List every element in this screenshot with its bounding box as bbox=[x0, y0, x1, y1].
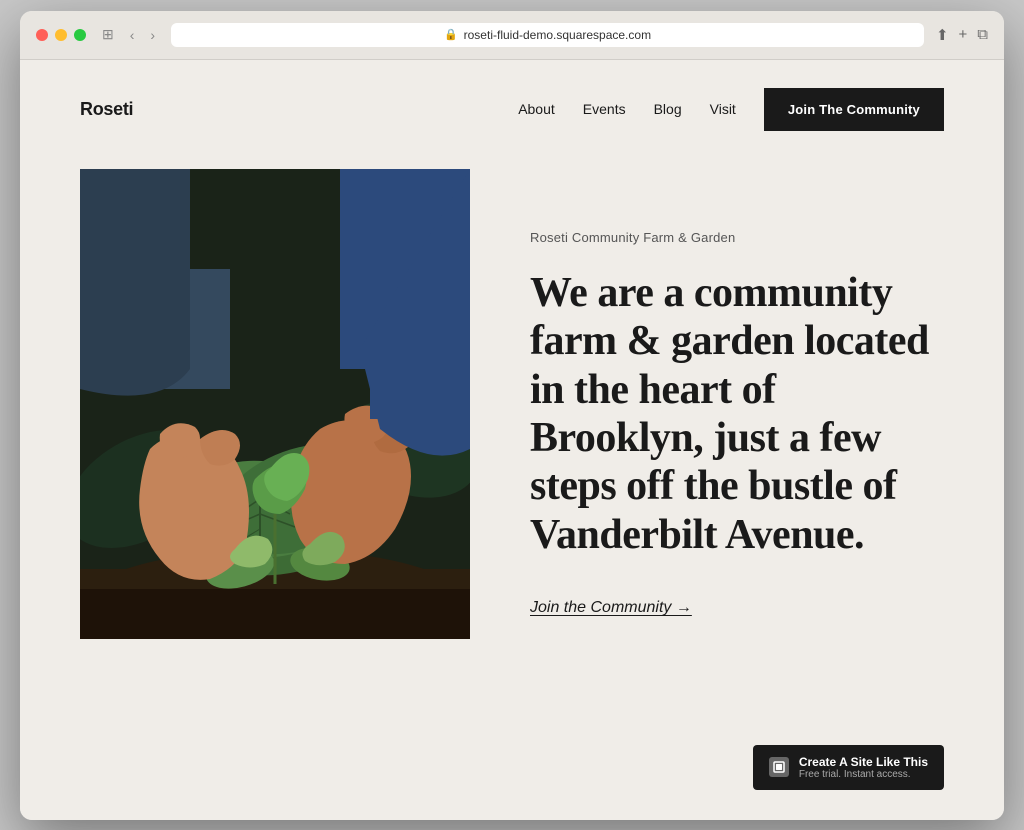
hero-subtitle: Roseti Community Farm & Garden bbox=[530, 230, 944, 245]
squarespace-badge[interactable]: Create A Site Like This Free trial. Inst… bbox=[753, 745, 944, 790]
close-button[interactable] bbox=[36, 29, 48, 41]
nav-visit[interactable]: Visit bbox=[710, 101, 736, 117]
address-bar[interactable]: 🔒 roseti-fluid-demo.squarespace.com bbox=[171, 23, 924, 47]
traffic-lights bbox=[36, 29, 86, 41]
hero-headline: We are a community farm & garden located… bbox=[530, 269, 944, 559]
nav-events[interactable]: Events bbox=[583, 101, 626, 117]
nav-blog[interactable]: Blog bbox=[654, 101, 682, 117]
browser-chrome: ⊞ ‹ › 🔒 roseti-fluid-demo.squarespace.co… bbox=[20, 11, 1004, 60]
forward-button[interactable]: › bbox=[146, 25, 159, 45]
tabs-button[interactable]: ⧉ bbox=[977, 26, 988, 44]
website-content: Roseti About Events Blog Visit Join The … bbox=[20, 60, 1004, 820]
minimize-button[interactable] bbox=[55, 29, 67, 41]
join-community-link[interactable]: Join the Community → bbox=[530, 599, 944, 617]
hero-text: Roseti Community Farm & Garden We are a … bbox=[530, 169, 944, 639]
fullscreen-button[interactable] bbox=[74, 29, 86, 41]
squarespace-logo-icon bbox=[769, 757, 789, 777]
new-tab-button[interactable]: + bbox=[959, 26, 968, 44]
lock-icon: 🔒 bbox=[444, 28, 458, 41]
navigation: Roseti About Events Blog Visit Join The … bbox=[20, 60, 1004, 159]
site-logo: Roseti bbox=[80, 99, 133, 120]
back-button[interactable]: ‹ bbox=[126, 25, 139, 45]
browser-controls: ⊞ ‹ › bbox=[98, 24, 159, 45]
badge-sub-text: Free trial. Instant access. bbox=[799, 769, 928, 780]
window-icon[interactable]: ⊞ bbox=[98, 24, 118, 45]
browser-window: ⊞ ‹ › 🔒 roseti-fluid-demo.squarespace.co… bbox=[20, 11, 1004, 820]
nav-links: About Events Blog Visit Join The Communi… bbox=[518, 88, 944, 131]
squarespace-badge-text: Create A Site Like This Free trial. Inst… bbox=[799, 755, 928, 780]
share-button[interactable]: ⬆ bbox=[936, 26, 949, 44]
hero-image bbox=[80, 169, 470, 639]
browser-actions: ⬆ + ⧉ bbox=[936, 26, 988, 44]
nav-about[interactable]: About bbox=[518, 101, 555, 117]
hero-image-container bbox=[80, 169, 470, 639]
url-text: roseti-fluid-demo.squarespace.com bbox=[464, 28, 651, 42]
badge-main-text: Create A Site Like This bbox=[799, 755, 928, 769]
main-content: Roseti Community Farm & Garden We are a … bbox=[20, 159, 1004, 699]
join-community-button[interactable]: Join The Community bbox=[764, 88, 944, 131]
